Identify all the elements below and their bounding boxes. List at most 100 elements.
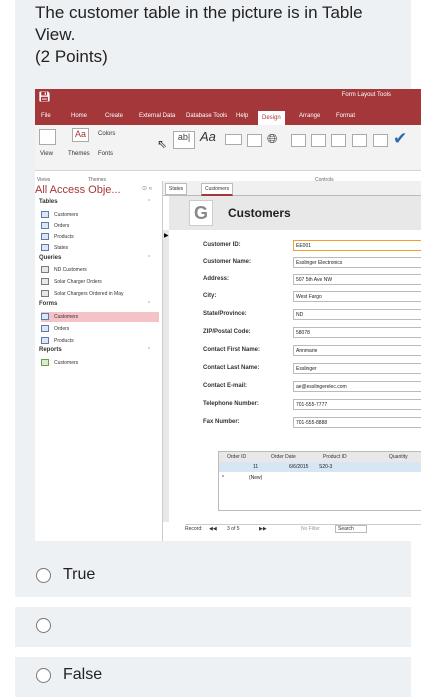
fonts-button[interactable]: Fonts	[98, 151, 113, 157]
form-icon	[41, 337, 49, 345]
title-bar: 💾︎ Form Layout Tools	[35, 89, 421, 111]
column-header-order-id[interactable]: Order ID	[227, 452, 246, 462]
orders-subform: Order ID Order Date Product ID Quantity …	[218, 451, 421, 511]
subform-row[interactable]: 11 6/6/2015 S20-3 20	[219, 462, 421, 472]
form-icon	[41, 313, 49, 321]
field-fax[interactable]: 701-555-8888	[293, 417, 421, 428]
combo-box-icon[interactable]	[373, 134, 388, 147]
search-input[interactable]: Search	[335, 525, 367, 533]
tab-arrange[interactable]: Arrange	[299, 113, 320, 119]
field-label-customer-id: Customer ID:	[203, 242, 241, 248]
first-record-icon[interactable]: ◀◀	[209, 526, 217, 532]
option-false[interactable]: False	[15, 657, 411, 697]
web-browser-control-icon[interactable]	[291, 134, 306, 147]
chevron-up-icon[interactable]: ⌃	[147, 347, 151, 353]
nav-item-query-nd-customers[interactable]: ND Customers	[41, 265, 159, 275]
textbox-control[interactable]: ab|	[173, 131, 195, 149]
record-position[interactable]: 3 of 5	[227, 526, 240, 532]
tab-create[interactable]: Create	[105, 113, 123, 119]
field-zip[interactable]: 58078	[293, 327, 421, 338]
customers-form: G Customers ▶ Customer ID: EE001 Custome…	[163, 196, 421, 541]
radio-button[interactable]	[36, 568, 51, 583]
nav-section-tables[interactable]: Tables	[39, 199, 58, 205]
nav-item-table-orders[interactable]: Orders	[41, 221, 159, 231]
field-contact-email[interactable]: ae@esslingerelec.com	[293, 381, 421, 392]
themes-icon[interactable]: Aa	[72, 128, 89, 142]
navigation-control-icon[interactable]	[311, 134, 326, 147]
nav-item-form-customers[interactable]: Customers	[41, 312, 159, 322]
field-telephone[interactable]: 701-555-7777	[293, 399, 421, 410]
next-record-icon[interactable]: ▶▶	[259, 526, 267, 532]
field-state[interactable]: ND	[293, 309, 421, 320]
nav-item-table-customers[interactable]: Customers	[41, 210, 159, 220]
navigation-pane: All Access Obje... ⊙ « Tables ⌃ Customer…	[35, 181, 163, 541]
option-group-icon[interactable]	[331, 134, 346, 147]
radio-button[interactable]	[36, 668, 51, 683]
tab-home[interactable]: Home	[71, 113, 87, 119]
document-tabs: States Customers	[163, 181, 421, 196]
select-pointer-icon[interactable]: ⇖	[157, 137, 167, 151]
nav-section-reports[interactable]: Reports	[39, 347, 62, 353]
field-customer-name[interactable]: Esslinger Electronics	[293, 257, 421, 268]
record-selector[interactable]	[163, 230, 169, 522]
field-contact-first-name[interactable]: Annmarie	[293, 345, 421, 356]
page-break-icon[interactable]	[352, 134, 367, 147]
access-screenshot: 💾︎ Form Layout Tools File Home Create Ex…	[35, 89, 421, 541]
column-header-quantity[interactable]: Quantity	[389, 452, 408, 462]
ribbon-tabs: File Home Create External Data Database …	[35, 111, 421, 125]
question-text: The customer table in the picture is in …	[35, 3, 363, 44]
save-icon: 💾︎	[38, 92, 51, 103]
label-control[interactable]: Aa	[200, 129, 216, 144]
themes-button[interactable]: Themes	[68, 151, 90, 157]
tab-format[interactable]: Format	[336, 113, 355, 119]
tab-control-icon[interactable]	[247, 134, 262, 147]
tab-file[interactable]: File	[41, 113, 51, 119]
nav-item-form-products[interactable]: Products	[41, 336, 159, 346]
nav-item-table-products[interactable]: Products	[41, 232, 159, 242]
tab-database-tools[interactable]: Database Tools	[186, 113, 227, 119]
field-address[interactable]: 507 5th Ave NW	[293, 274, 421, 285]
field-customer-id[interactable]: EE001	[293, 240, 421, 251]
nav-section-queries[interactable]: Queries	[39, 255, 61, 261]
checkbox-control-icon[interactable]: ✔	[393, 129, 407, 149]
option-blank[interactable]	[15, 607, 411, 647]
query-icon	[41, 266, 49, 274]
nav-section-forms[interactable]: Forms	[39, 301, 57, 307]
tab-help[interactable]: Help	[236, 113, 248, 119]
nav-collapse-icon[interactable]: ⊙ «	[142, 185, 152, 192]
colors-button[interactable]: Colors	[98, 131, 115, 137]
column-header-order-date[interactable]: Order Date	[271, 452, 296, 462]
field-label-zip: ZIP/Postal Code:	[203, 329, 251, 335]
button-control-icon[interactable]	[225, 134, 242, 145]
nav-item-query-solar-chargers-may[interactable]: Solar Chargers Ordered in May	[41, 289, 159, 299]
column-header-product-id[interactable]: Product ID	[323, 452, 347, 462]
subform-new-row[interactable]: * (New)	[219, 473, 421, 483]
chevron-up-icon[interactable]: ⌃	[147, 255, 151, 261]
nav-item-report-customers[interactable]: Customers	[41, 358, 159, 368]
hyperlink-icon[interactable]: 🌐︎	[267, 131, 277, 147]
view-icon[interactable]	[39, 129, 56, 145]
nav-item-table-states[interactable]: States	[41, 243, 159, 253]
field-label-city: City:	[203, 293, 217, 299]
option-true[interactable]: True	[15, 557, 411, 597]
nav-pane-title[interactable]: All Access Obje...	[35, 184, 121, 196]
view-button[interactable]: View	[40, 151, 53, 157]
tab-external-data[interactable]: External Data	[139, 113, 175, 119]
field-contact-last-name[interactable]: Esslinger	[293, 363, 421, 374]
tab-design[interactable]: Design	[258, 111, 285, 125]
field-city[interactable]: West Fargo	[293, 291, 421, 302]
query-icon	[41, 278, 49, 286]
nav-item-query-solar-charger-orders[interactable]: Solar Charger Orders	[41, 277, 159, 287]
option-label: False	[63, 666, 103, 683]
form-logo: G	[189, 200, 213, 226]
no-filter-button[interactable]: No Filter	[301, 526, 320, 532]
doc-tab-customers[interactable]: Customers	[201, 183, 234, 196]
radio-button[interactable]	[36, 618, 51, 633]
question-points: (2 Points)	[35, 47, 108, 66]
option-label: True	[63, 566, 96, 583]
chevron-up-icon[interactable]: ⌃	[147, 199, 151, 205]
doc-tab-states[interactable]: States	[165, 183, 188, 195]
nav-item-form-orders[interactable]: Orders	[41, 324, 159, 334]
record-nav-label: Record:	[185, 526, 203, 532]
chevron-up-icon[interactable]: ⌃	[147, 301, 151, 307]
